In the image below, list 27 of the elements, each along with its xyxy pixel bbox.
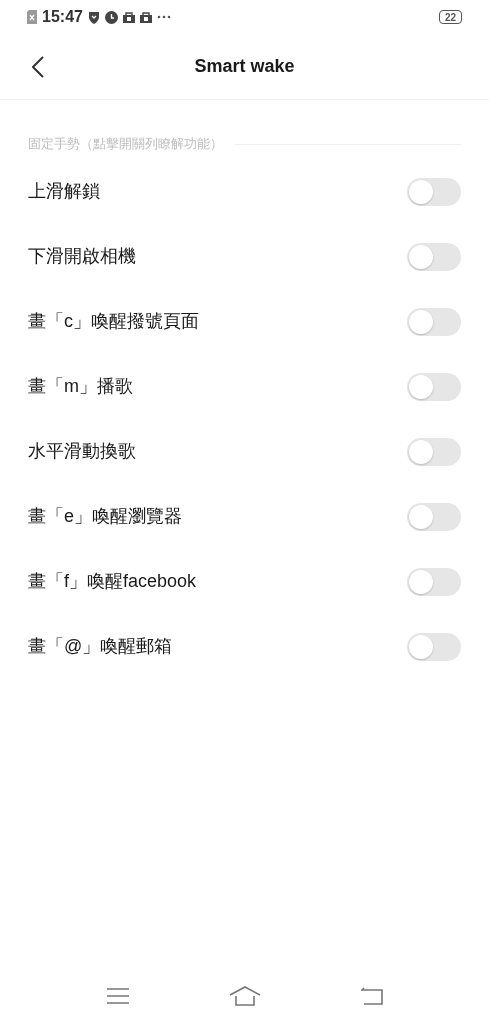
- shopping-bag-icon: [122, 11, 135, 23]
- clock-icon: [104, 10, 118, 24]
- toggle-switch[interactable]: [407, 307, 461, 336]
- setting-label: 畫「e」喚醒瀏覽器: [28, 505, 182, 528]
- setting-label: 下滑開啟相機: [28, 245, 136, 268]
- setting-label: 上滑解鎖: [28, 180, 100, 203]
- toggle-switch[interactable]: [407, 567, 461, 596]
- setting-label: 畫「m」播歌: [28, 375, 133, 398]
- home-button[interactable]: [227, 984, 262, 1008]
- section-label: 固定手勢（點擊開關列瞭解功能）: [28, 136, 223, 152]
- toggle-switch[interactable]: [407, 437, 461, 466]
- setting-label: 水平滑動換歌: [28, 440, 136, 463]
- toggle-switch[interactable]: [407, 632, 461, 661]
- setting-label: 畫「@」喚醒郵箱: [28, 635, 173, 658]
- toggle-switch[interactable]: [407, 177, 461, 206]
- toggle-switch[interactable]: [407, 372, 461, 401]
- more-icon: [156, 15, 171, 19]
- page-title: Smart wake: [194, 55, 295, 78]
- setting-label: 畫「f」喚醒facebook: [28, 570, 197, 593]
- setting-label: 畫「c」喚醒撥號頁面: [28, 310, 199, 333]
- toggle-switch[interactable]: [407, 502, 461, 531]
- status-time: 15:47: [42, 7, 83, 27]
- toggle-switch[interactable]: [407, 242, 461, 271]
- battery-indicator: 22: [438, 10, 462, 24]
- shopping-bag-icon: [139, 11, 152, 23]
- shield-icon: [87, 10, 100, 24]
- sim-icon: [27, 10, 37, 24]
